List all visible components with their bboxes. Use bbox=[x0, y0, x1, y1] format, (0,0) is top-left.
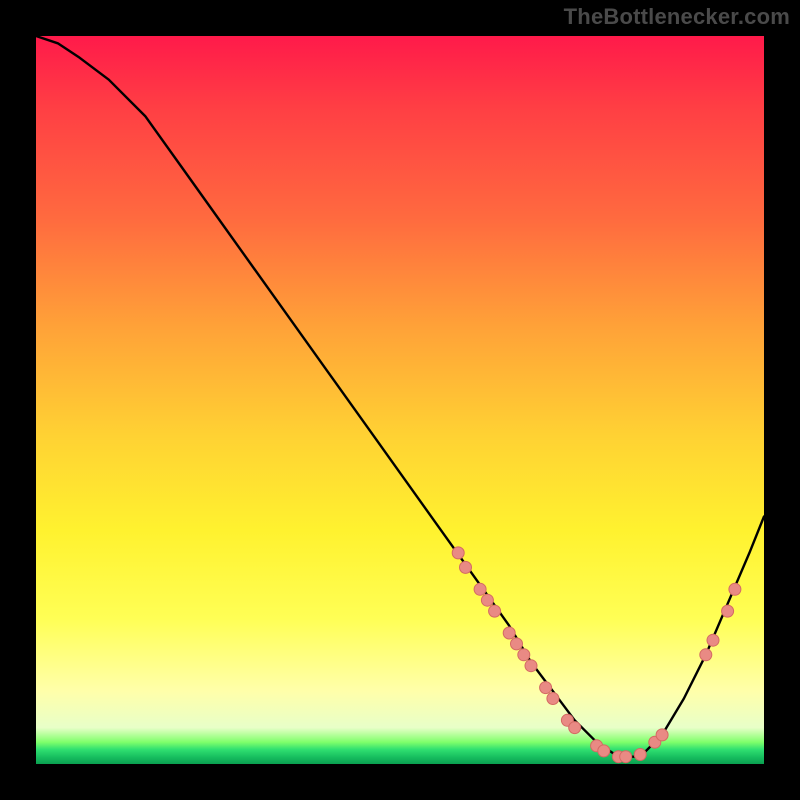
data-marker bbox=[722, 605, 734, 617]
data-marker bbox=[452, 547, 464, 559]
data-marker bbox=[489, 605, 501, 617]
bottleneck-curve bbox=[36, 36, 764, 757]
data-marker bbox=[511, 638, 523, 650]
data-marker bbox=[518, 649, 530, 661]
attribution-label: TheBottlenecker.com bbox=[564, 4, 790, 30]
data-marker bbox=[700, 649, 712, 661]
data-marker bbox=[547, 693, 559, 705]
chart-frame: TheBottlenecker.com bbox=[0, 0, 800, 800]
data-marker bbox=[540, 682, 552, 694]
data-marker bbox=[729, 583, 741, 595]
data-marker bbox=[707, 634, 719, 646]
data-marker bbox=[481, 594, 493, 606]
data-marker bbox=[460, 561, 472, 573]
data-marker bbox=[620, 751, 632, 763]
data-marker bbox=[634, 749, 646, 761]
data-marker bbox=[503, 627, 515, 639]
data-marker bbox=[598, 745, 610, 757]
chart-svg bbox=[36, 36, 764, 764]
data-marker bbox=[569, 722, 581, 734]
data-marker bbox=[474, 583, 486, 595]
data-marker bbox=[656, 729, 668, 741]
data-marker bbox=[525, 660, 537, 672]
plot-area bbox=[36, 36, 764, 764]
